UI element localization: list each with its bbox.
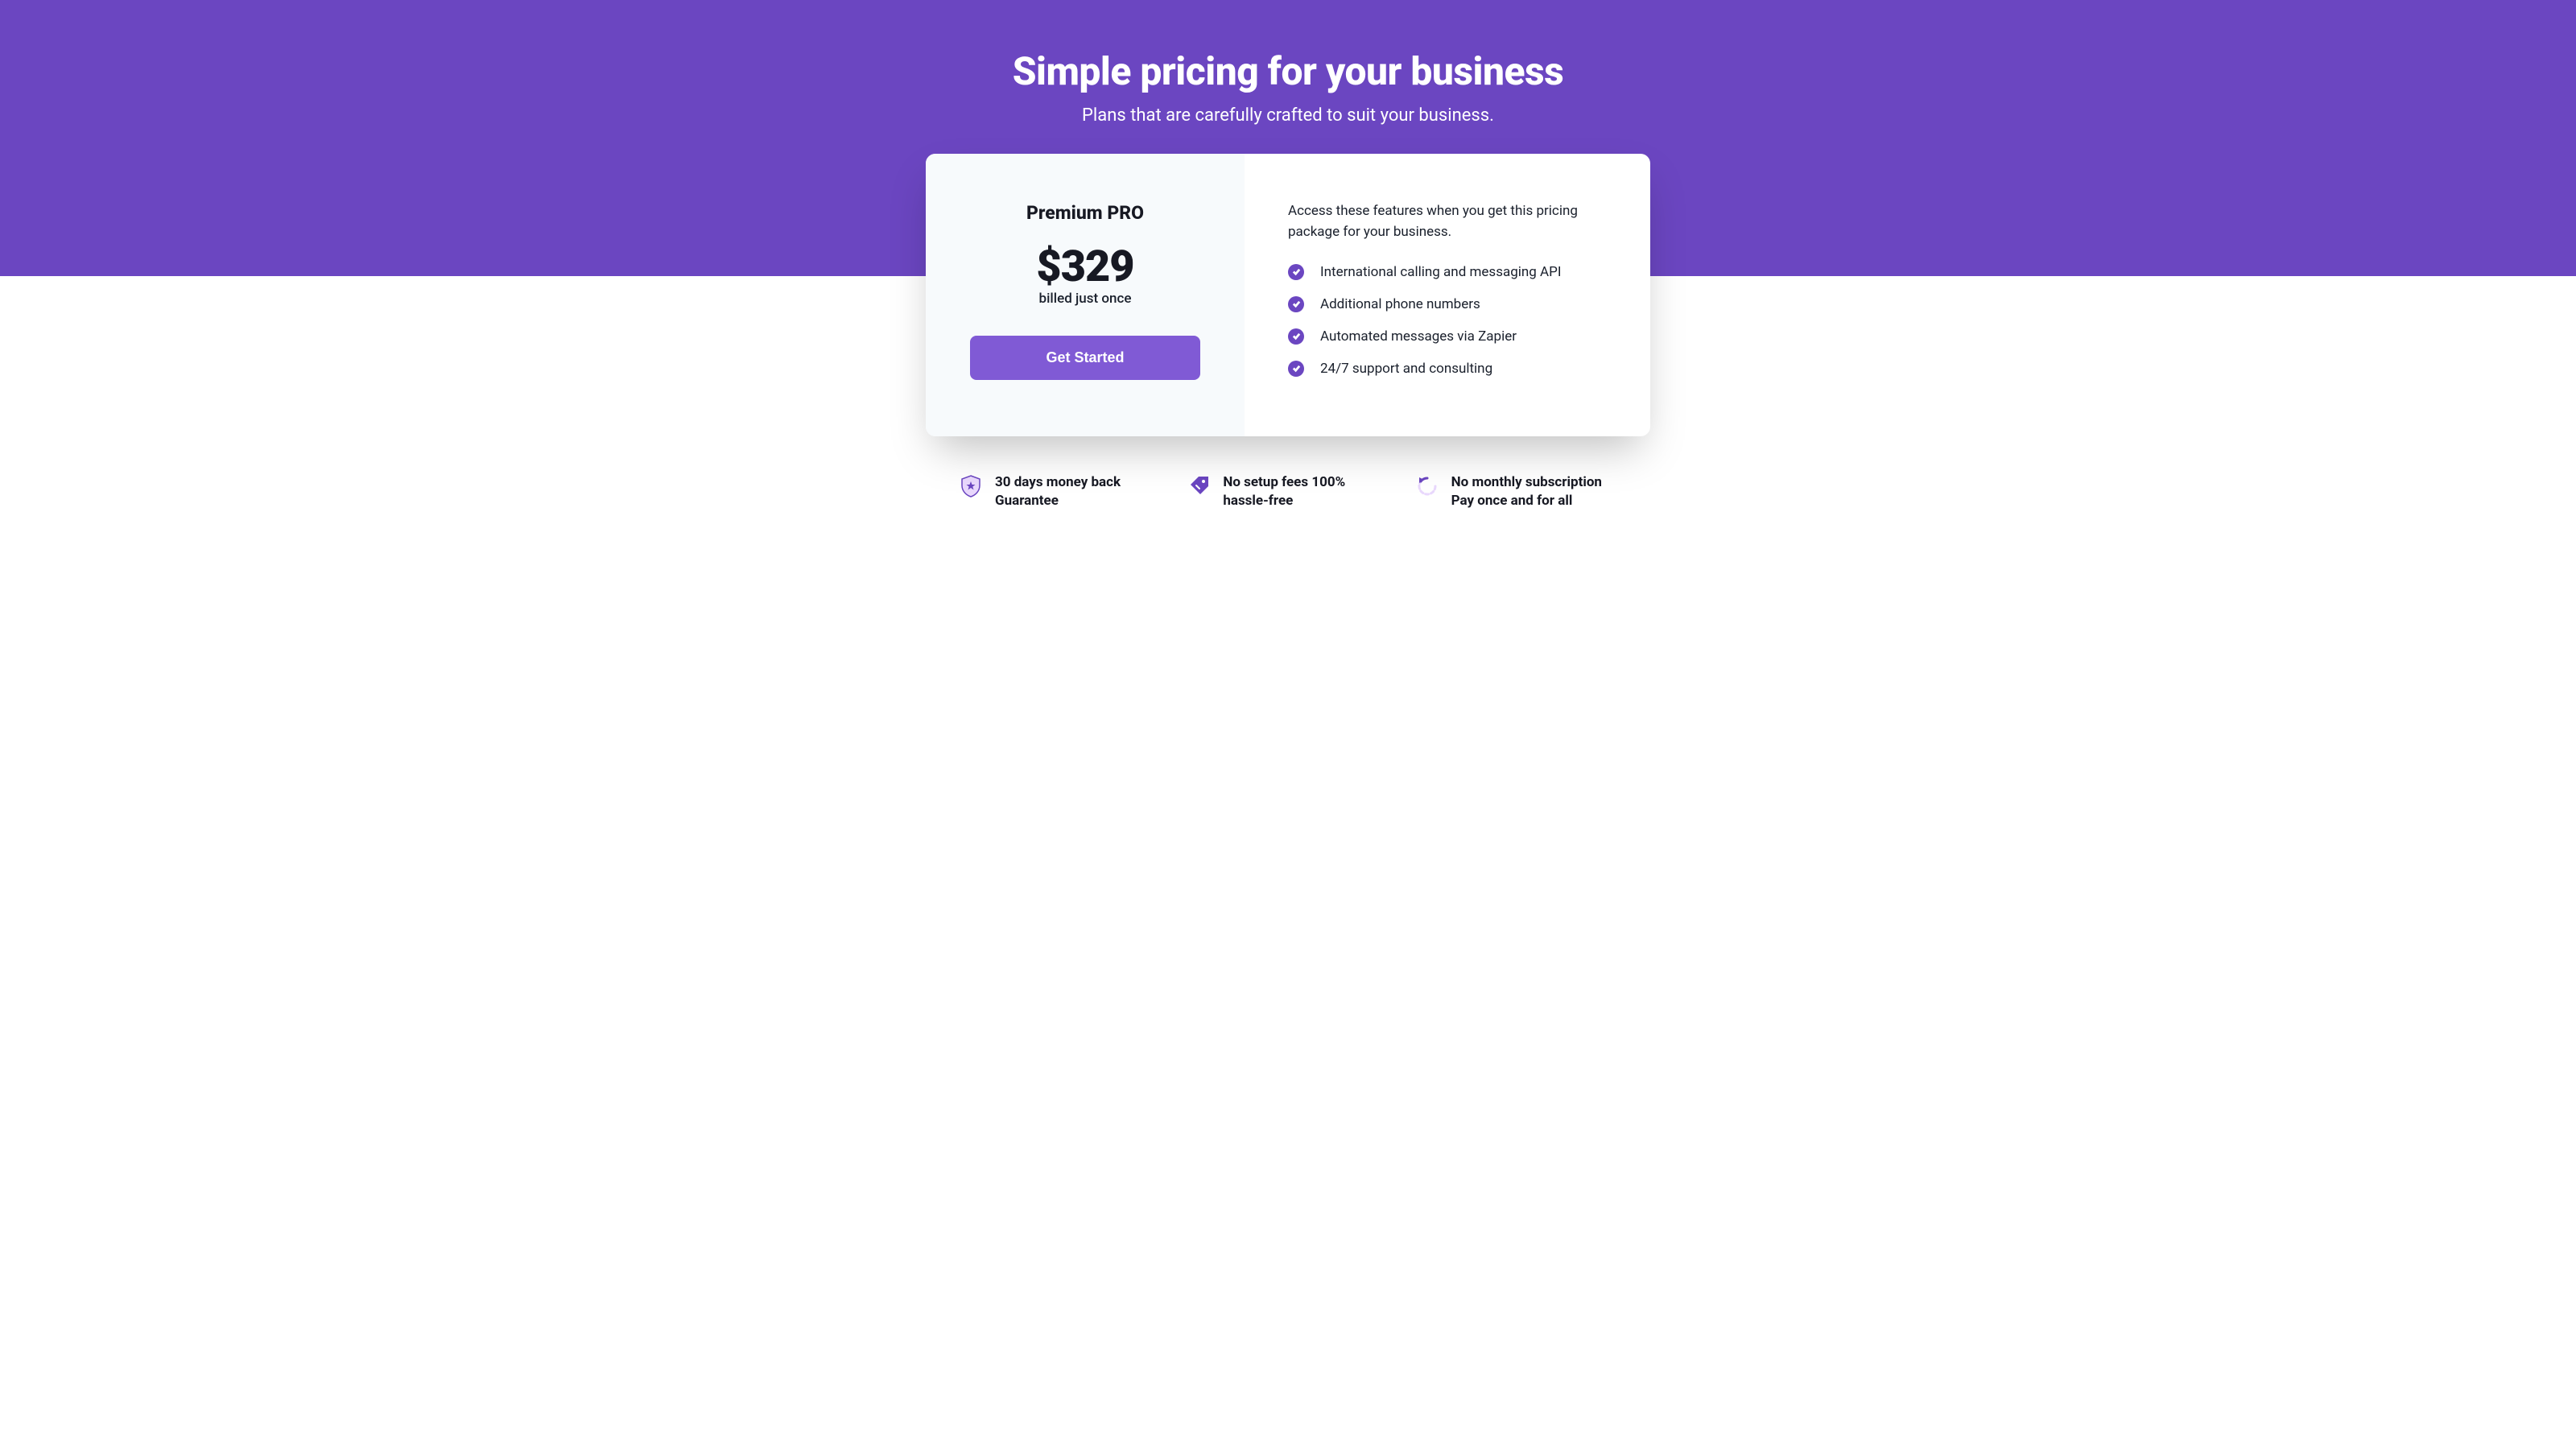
feature-item: Additional phone numbers <box>1288 296 1607 312</box>
benefit-text: No setup fees 100% hassle-free <box>1223 473 1389 512</box>
benefit-text: No monthly subscription Pay once and for… <box>1451 473 1618 512</box>
benefit-item: 30 days money back Guarantee <box>958 473 1162 512</box>
feature-item: 24/7 support and consulting <box>1288 361 1607 377</box>
feature-text: 24/7 support and consulting <box>1320 361 1492 377</box>
feature-item: International calling and messaging API <box>1288 264 1607 280</box>
feature-text: International calling and messaging API <box>1320 264 1561 280</box>
pricing-summary: Premium PRO $329 billed just once Get St… <box>926 154 1245 436</box>
billing-note: billed just once <box>970 291 1200 307</box>
shield-star-icon <box>958 473 984 499</box>
pricing-features-panel: Access these features when you get this … <box>1245 154 1650 436</box>
feature-text: Automated messages via Zapier <box>1320 328 1517 345</box>
benefit-item: No monthly subscription Pay once and for… <box>1414 473 1618 512</box>
benefit-text: 30 days money back Guarantee <box>995 473 1162 512</box>
benefit-item: No setup fees 100% hassle-free <box>1186 473 1389 512</box>
check-icon <box>1288 264 1304 280</box>
benefits-row: 30 days money back Guarantee No setup fe… <box>926 473 1650 512</box>
refresh-icon <box>1414 473 1440 499</box>
tag-icon <box>1186 473 1212 499</box>
features-lead: Access these features when you get this … <box>1288 200 1607 243</box>
check-icon <box>1288 361 1304 377</box>
pricing-card: Premium PRO $329 billed just once Get St… <box>926 154 1650 436</box>
plan-name: Premium PRO <box>970 202 1200 224</box>
get-started-button[interactable]: Get Started <box>970 336 1200 380</box>
feature-text: Additional phone numbers <box>1320 296 1480 312</box>
hero-subtitle: Plans that are carefully crafted to suit… <box>845 105 1731 126</box>
hero-title: Simple pricing for your business <box>845 48 1731 94</box>
feature-item: Automated messages via Zapier <box>1288 328 1607 345</box>
feature-list: International calling and messaging API … <box>1288 264 1607 377</box>
check-icon <box>1288 296 1304 312</box>
plan-price: $329 <box>970 242 1200 292</box>
check-icon <box>1288 328 1304 345</box>
